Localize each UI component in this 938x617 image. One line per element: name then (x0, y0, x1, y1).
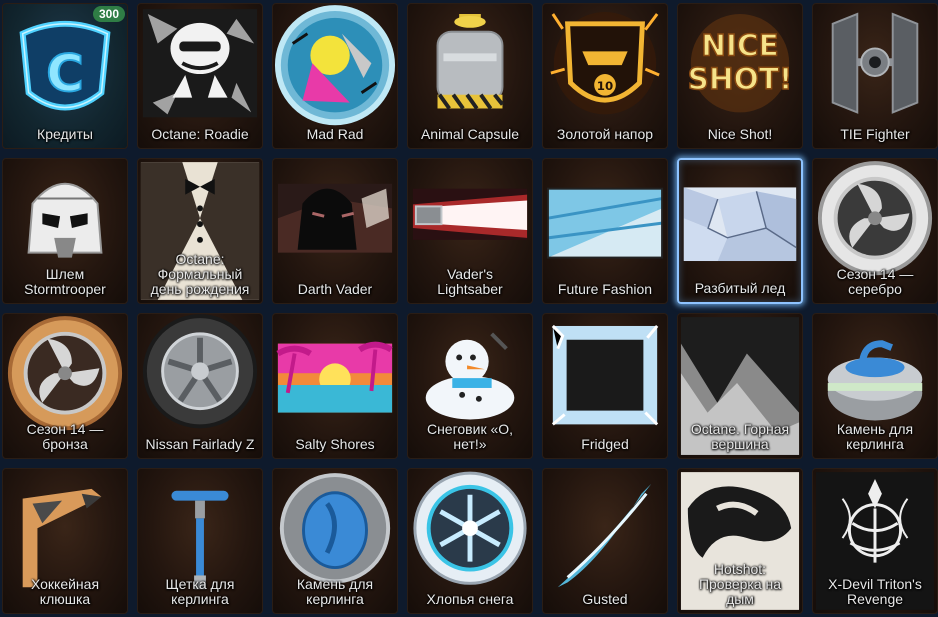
item-label: Hotshot: Проверка на дым (698, 561, 782, 607)
item-tile-credits[interactable]: C 300 Кредиты (2, 3, 128, 149)
item-tile-curling-brush[interactable]: Щетка для керлинга (137, 468, 263, 614)
item-label: Nice Shot! (707, 126, 773, 142)
item-tile-snowman[interactable]: Снеговик «О, нет!» (407, 313, 533, 459)
item-tile-tuxedo[interactable]: Octane: Формальный день рождения (137, 158, 263, 304)
item-tile-triton[interactable]: X-Devil Triton's Revenge (812, 468, 938, 614)
item-tile-curling-stone[interactable]: Камень для керлинга (812, 313, 938, 459)
item-label: Сезон 14 — серебро (836, 266, 914, 297)
item-tile-gusted[interactable]: Gusted (542, 468, 668, 614)
item-tile-tie-fighter[interactable]: TIE Fighter (812, 3, 938, 149)
svg-text:NICE: NICE (701, 28, 779, 62)
item-label: Nissan Fairlady Z (145, 436, 255, 452)
item-tile-shattered-ice[interactable]: Разбитый лед (677, 158, 803, 304)
item-label: Mad Rad (306, 126, 364, 142)
item-label: Vader's Lightsaber (437, 266, 503, 297)
item-label: Щетка для керлинга (165, 576, 235, 607)
item-tile-nice-shot[interactable]: NICE SHOT! Nice Shot! (677, 3, 803, 149)
item-tile-hockey-stick[interactable]: Хоккейная клюшка (2, 468, 128, 614)
item-label: TIE Fighter (840, 126, 910, 142)
item-tile-darth-vader[interactable]: Darth Vader (272, 158, 398, 304)
item-label: Хлопья снега (426, 591, 514, 607)
item-tile-mountain[interactable]: Octane. Горная вершина (677, 313, 803, 459)
item-label: Камень для керлинга (296, 576, 374, 607)
item-tile-future-fashion[interactable]: Future Fashion (542, 158, 668, 304)
item-label: Salty Shores (295, 436, 375, 452)
credits-badge: 300 (92, 6, 125, 22)
item-label: Разбитый лед (694, 280, 786, 296)
item-label: Шлем Stormtrooper (24, 266, 106, 297)
item-label: Octane. Горная вершина (690, 421, 790, 452)
item-label: X-Devil Triton's Revenge (828, 576, 922, 607)
item-tile-mad-rad[interactable]: Mad Rad (272, 3, 398, 149)
item-label: Darth Vader (297, 281, 373, 297)
item-tile-silver-wheel[interactable]: Сезон 14 — серебро (812, 158, 938, 304)
item-tile-hotshot[interactable]: Hotshot: Проверка на дым (677, 468, 803, 614)
item-tile-animal-capsule[interactable]: Animal Capsule (407, 3, 533, 149)
svg-text:SHOT!: SHOT! (688, 62, 793, 96)
item-tile-golden-banner[interactable]: 10 Золотой напор (542, 3, 668, 149)
item-tile-roadie[interactable]: Octane: Roadie (137, 3, 263, 149)
item-label: Кредиты (37, 126, 93, 142)
item-label: Золотой напор (556, 126, 654, 142)
item-tile-nissan-wheel[interactable]: Nissan Fairlady Z (137, 313, 263, 459)
item-tile-stormtrooper[interactable]: Шлем Stormtrooper (2, 158, 128, 304)
item-label: Сезон 14 — бронза (26, 421, 104, 452)
item-label: Камень для керлинга (836, 421, 914, 452)
item-tile-snowflake-wheel[interactable]: Хлопья снега (407, 468, 533, 614)
item-tile-fridged[interactable]: Fridged (542, 313, 668, 459)
item-tile-curling-stone-wheel[interactable]: Камень для керлинга (272, 468, 398, 614)
item-label: Fridged (581, 436, 629, 452)
item-label: Gusted (582, 591, 628, 607)
item-label: Octane: Формальный день рождения (150, 251, 250, 297)
item-tile-lightsaber[interactable]: Vader's Lightsaber (407, 158, 533, 304)
item-grid: C 300 Кредиты Octane: Roadie Mad Rad Ani… (0, 0, 938, 617)
item-label: Octane: Roadie (151, 126, 249, 142)
item-label: Animal Capsule (420, 126, 520, 142)
svg-text:C: C (46, 45, 84, 104)
item-label: Future Fashion (557, 281, 653, 297)
item-tile-bronze-wheel[interactable]: Сезон 14 — бронза (2, 313, 128, 459)
item-label: Снеговик «О, нет!» (426, 421, 514, 452)
item-tile-salty-shores[interactable]: Salty Shores (272, 313, 398, 459)
item-label: Хоккейная клюшка (30, 576, 100, 607)
svg-text:10: 10 (597, 79, 613, 93)
